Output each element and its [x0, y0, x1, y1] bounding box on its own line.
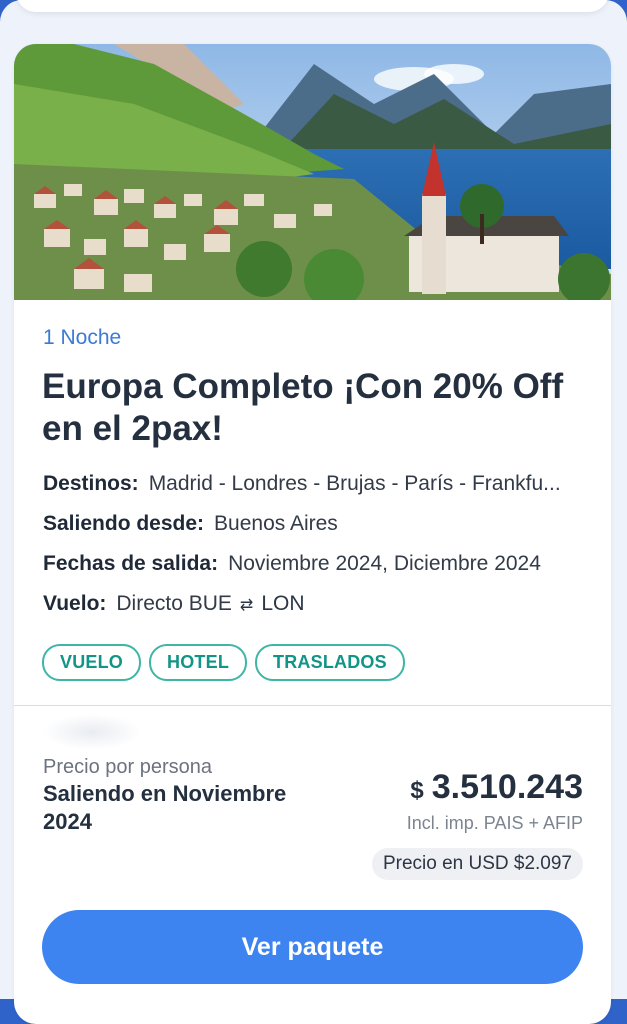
price-currency: $: [410, 777, 424, 804]
departure-dates-label: Fechas de salida:: [43, 552, 219, 575]
nights-count: 1 Noche: [43, 326, 122, 349]
departure-city-row: Saliendo desde: Buenos Aires: [43, 512, 603, 536]
usd-price-badge: Precio en USD $2.097: [371, 848, 583, 880]
package-tags: VUELO HOTEL TRASLADOS: [42, 644, 405, 681]
price-taxes-note: Incl. imp. PAIS + AFIP: [406, 813, 583, 833]
tag-vuelo: VUELO: [42, 644, 142, 681]
departure-month: Saliendo en Noviembre 2024: [43, 781, 287, 834]
package-card[interactable]: 1 Noche Europa Completo ¡Con 20% Off en …: [14, 44, 611, 1024]
destinations-label: Destinos:: [43, 472, 139, 495]
departure-dates-value: Noviembre 2024, Diciembre 2024: [228, 552, 541, 575]
previous-card: [16, 0, 609, 12]
flight-row: Vuelo: Directo BUE ⇄ LON: [43, 592, 603, 616]
price-per-person-label: Precio por persona: [43, 756, 212, 778]
blurred-badge: [42, 714, 142, 750]
destinations-value: Madrid - Londres - Brujas - París - Fran…: [148, 472, 561, 495]
flight-origin: Directo BUE: [116, 592, 232, 615]
package-price: $3.510.243: [410, 768, 583, 807]
package-title[interactable]: Europa Completo ¡Con 20% Off en el 2pax!: [42, 366, 587, 450]
view-package-button[interactable]: Ver paquete: [42, 910, 583, 984]
flight-destination: LON: [261, 592, 305, 615]
departure-dates-row: Fechas de salida: Noviembre 2024, Diciemb…: [43, 552, 603, 576]
divider: [14, 705, 611, 706]
package-hero-image[interactable]: [14, 44, 611, 300]
tag-hotel: HOTEL: [149, 644, 248, 681]
swap-arrows-icon: ⇄: [239, 597, 254, 614]
page-background: 1 Noche Europa Completo ¡Con 20% Off en …: [0, 0, 627, 1024]
departure-city-label: Saliendo desde:: [43, 512, 205, 535]
departure-city-value: Buenos Aires: [214, 512, 338, 535]
price-amount: 3.510.243: [431, 768, 583, 806]
destinations-row: Destinos: Madrid - Londres - Brujas - Par…: [43, 472, 603, 496]
flight-label: Vuelo:: [43, 592, 107, 615]
tag-traslados: TRASLADOS: [255, 644, 405, 681]
